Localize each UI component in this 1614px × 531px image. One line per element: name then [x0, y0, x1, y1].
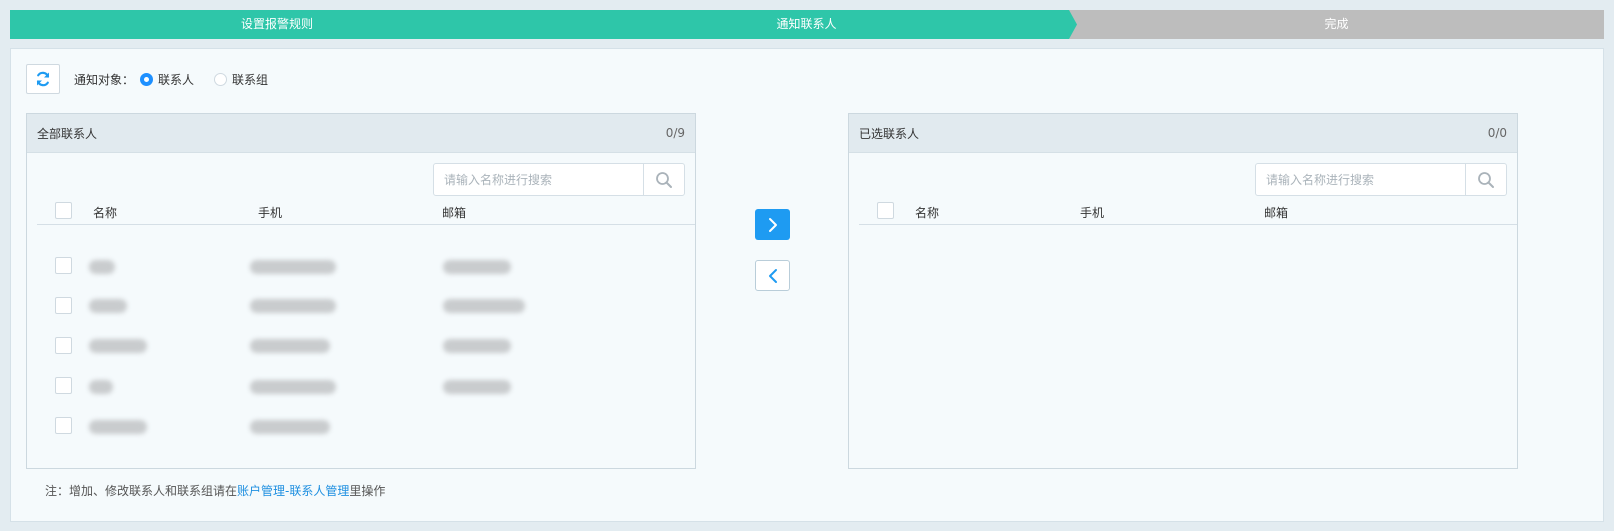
- redacted-name: [89, 420, 147, 434]
- table-row[interactable]: [37, 327, 695, 367]
- all-contacts-search: [433, 163, 685, 196]
- column-phone: 手机: [258, 206, 283, 220]
- notify-target-label: 通知对象：: [74, 73, 135, 87]
- selected-contacts-title: 已选联系人: [859, 126, 920, 141]
- redacted-email: [443, 260, 511, 274]
- redacted-email: [443, 380, 511, 394]
- row-checkbox[interactable]: [55, 377, 72, 394]
- redacted-email: [443, 299, 525, 313]
- step-set-alarm-rules: 设置报警规则: [10, 10, 544, 39]
- selected-contacts-table-header: 名称 手机 邮箱: [859, 200, 1517, 225]
- selected-contacts-search-input[interactable]: [1256, 164, 1465, 195]
- all-contacts-search-input[interactable]: [434, 164, 643, 195]
- redacted-phone: [250, 339, 330, 353]
- all-contacts-title: 全部联系人: [37, 126, 98, 141]
- account-contact-management-link[interactable]: 账户管理-联系人管理: [237, 484, 349, 498]
- table-row[interactable]: [37, 247, 695, 287]
- all-contacts-table-header: 名称 手机 邮箱: [37, 200, 695, 225]
- remove-selected-button[interactable]: [755, 260, 790, 291]
- column-name: 名称: [915, 206, 940, 220]
- chevron-right-icon: [768, 217, 777, 232]
- selected-contacts-header: 已选联系人 0/0: [849, 114, 1517, 153]
- footer-note: 注：增加、修改联系人和联系组请在账户管理-联系人管理里操作: [45, 482, 385, 499]
- redacted-name: [89, 299, 127, 313]
- refresh-button[interactable]: [26, 64, 60, 94]
- all-contacts-count: 0/9: [665, 126, 685, 140]
- step-progress-bar: 设置报警规则 通知联系人 完成: [10, 10, 1604, 39]
- search-icon: [656, 171, 672, 188]
- column-email: 邮箱: [442, 206, 467, 220]
- selected-contacts-search-button[interactable]: [1465, 164, 1506, 195]
- column-email: 邮箱: [1264, 206, 1289, 220]
- redacted-phone: [250, 299, 336, 313]
- add-selected-button[interactable]: [755, 209, 790, 240]
- radio-contact-groups[interactable]: 联系组: [214, 71, 268, 88]
- search-icon: [1478, 171, 1494, 188]
- selected-contacts-panel: 已选联系人 0/0 名称 手机 邮箱: [848, 113, 1518, 469]
- step-notify-contacts: 通知联系人: [534, 10, 1079, 39]
- row-checkbox[interactable]: [55, 257, 72, 274]
- table-row[interactable]: [37, 367, 695, 407]
- main-panel: 通知对象： 联系人 联系组 全部联系人 0/9 名称: [10, 48, 1604, 522]
- radio-unchecked-icon: [214, 73, 228, 86]
- footer-note-suffix: 里操作: [349, 484, 386, 498]
- all-contacts-search-button[interactable]: [643, 164, 684, 195]
- selected-contacts-count: 0/0: [1487, 126, 1507, 140]
- select-all-checkbox[interactable]: [877, 202, 894, 219]
- redacted-phone: [250, 380, 336, 394]
- radio-contact-groups-label: 联系组: [232, 73, 269, 87]
- notify-target-selector: 通知对象： 联系人 联系组: [74, 71, 268, 88]
- redacted-email: [443, 339, 511, 353]
- table-row[interactable]: [37, 407, 695, 447]
- redacted-name: [89, 339, 147, 353]
- column-phone: 手机: [1080, 206, 1105, 220]
- selected-contacts-search: [1255, 163, 1507, 196]
- column-name: 名称: [93, 206, 118, 220]
- chevron-left-icon: [768, 268, 777, 283]
- radio-checked-icon: [140, 73, 154, 86]
- refresh-icon: [36, 71, 50, 87]
- select-all-checkbox[interactable]: [55, 202, 72, 219]
- row-checkbox[interactable]: [55, 417, 72, 434]
- redacted-name: [89, 380, 113, 394]
- row-checkbox[interactable]: [55, 337, 72, 354]
- radio-contacts-label: 联系人: [158, 73, 195, 87]
- redacted-phone: [250, 420, 330, 434]
- row-checkbox[interactable]: [55, 297, 72, 314]
- all-contacts-panel: 全部联系人 0/9 名称 手机 邮箱: [26, 113, 696, 469]
- redacted-name: [89, 260, 115, 274]
- redacted-phone: [250, 260, 336, 274]
- footer-note-prefix: 注：增加、修改联系人和联系组请在: [45, 484, 238, 498]
- step-complete: 完成: [1069, 10, 1604, 39]
- radio-contacts[interactable]: 联系人: [140, 71, 194, 88]
- all-contacts-header: 全部联系人 0/9: [27, 114, 695, 153]
- table-row[interactable]: [37, 287, 695, 327]
